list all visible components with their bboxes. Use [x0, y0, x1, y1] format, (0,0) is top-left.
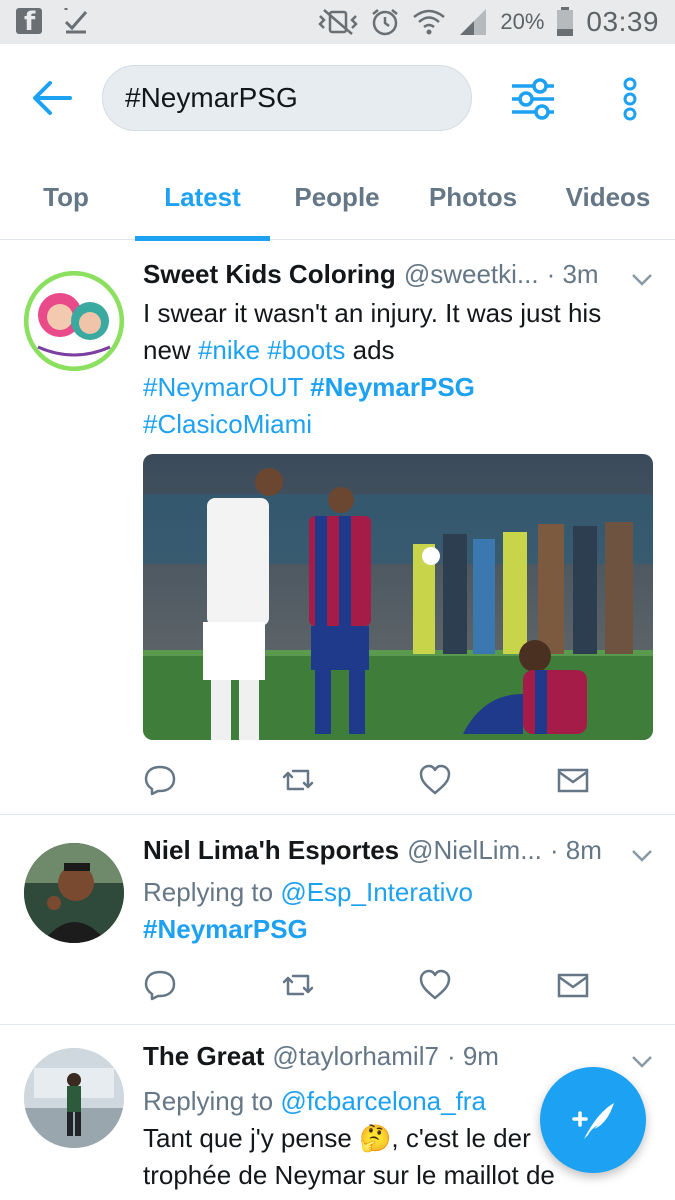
chevron-down-icon[interactable]: [631, 849, 653, 863]
hashtag-link[interactable]: #NeymarOUT: [143, 372, 303, 402]
direct-message-icon[interactable]: [556, 968, 590, 1002]
tweet-header: Sweet Kids Coloring @sweetki... · 3m: [143, 259, 599, 295]
avatar[interactable]: [24, 1048, 124, 1148]
author-handle[interactable]: @NielLim...: [407, 835, 542, 866]
tab-bar: Top Latest People Photos Videos: [0, 154, 675, 241]
tweet-time: · 8m: [549, 835, 602, 865]
author-name[interactable]: Niel Lima'h Esportes: [143, 835, 399, 866]
facebook-icon: [16, 7, 42, 37]
tab-people[interactable]: People: [284, 154, 390, 240]
reply-icon[interactable]: [143, 968, 177, 1002]
tweet-header: The Great @taylorhamil7 · 9m: [143, 1041, 499, 1077]
replying-to-label: Replying to: [143, 1086, 274, 1116]
avatar-image: [24, 1048, 124, 1148]
tweet-header: Niel Lima'h Esportes @NielLim... · 8m: [143, 835, 602, 871]
tweet-text: Replying to @Esp_Interativo #NeymarPSG: [143, 874, 653, 948]
vibrate-icon: [318, 9, 359, 35]
search-input[interactable]: #NeymarPSG: [102, 65, 472, 131]
hashtag-link[interactable]: #boots: [267, 335, 345, 365]
like-heart-icon[interactable]: [418, 763, 452, 797]
tweet-photo-image: [143, 454, 653, 740]
search-header: #NeymarPSG: [0, 44, 675, 154]
alarm-icon: [372, 9, 399, 36]
reply-icon[interactable]: [143, 763, 177, 797]
hashtag-link[interactable]: #NeymarPSG: [310, 372, 475, 402]
wifi-icon: [413, 9, 446, 35]
tweet[interactable]: Sweet Kids Coloring @sweetki... · 3m I s…: [0, 241, 675, 815]
chevron-down-icon[interactable]: [631, 1055, 653, 1069]
avatar-image: [24, 843, 124, 943]
like-heart-icon[interactable]: [418, 968, 452, 1002]
hashtag-link[interactable]: #nike: [198, 335, 260, 365]
clock: 03:39: [586, 6, 659, 37]
direct-message-icon[interactable]: [556, 763, 590, 797]
tweet-actions: [143, 763, 593, 797]
battery-percent: 20%: [500, 9, 545, 34]
retweet-icon[interactable]: [281, 763, 315, 797]
back-arrow-icon[interactable]: [30, 78, 74, 118]
mention-link[interactable]: @Esp_Interativo: [280, 877, 473, 907]
author-handle[interactable]: @sweetki...: [404, 259, 539, 290]
filter-icon[interactable]: [508, 74, 558, 124]
status-bar: 20% 03:39: [0, 0, 675, 44]
chevron-down-icon[interactable]: [631, 273, 653, 287]
mention-link[interactable]: @fcbarcelona_fra: [280, 1086, 486, 1116]
replying-to-label: Replying to: [143, 877, 274, 907]
tweet-text: I swear it wasn't an injury. It was just…: [143, 295, 653, 443]
avatar-image: [24, 271, 124, 371]
tweet[interactable]: Niel Lima'h Esportes @NielLim... · 8m Re…: [0, 815, 675, 1025]
hashtag-link[interactable]: #ClasicoMiami: [143, 409, 312, 439]
retweet-icon[interactable]: [281, 968, 315, 1002]
tweet-text-word: ads: [352, 335, 395, 365]
signal-icon: [460, 9, 487, 35]
tweet-actions: [143, 968, 593, 1002]
tweet-photo[interactable]: [143, 454, 653, 740]
compose-feather-icon: [572, 1103, 614, 1139]
author-name[interactable]: Sweet Kids Coloring: [143, 259, 396, 290]
compose-tweet-button[interactable]: [540, 1067, 646, 1173]
check-icon: [64, 8, 88, 34]
avatar[interactable]: [24, 843, 124, 943]
battery-icon: [557, 7, 574, 36]
tweet-time: · 3m: [546, 259, 599, 289]
author-handle[interactable]: @taylorhamil7: [272, 1041, 439, 1072]
more-options-icon[interactable]: [610, 74, 650, 124]
tab-latest[interactable]: Latest: [135, 154, 270, 241]
author-name[interactable]: The Great: [143, 1041, 264, 1072]
tab-top[interactable]: Top: [18, 154, 114, 240]
search-query: #NeymarPSG: [125, 82, 298, 113]
avatar[interactable]: [24, 271, 124, 371]
tab-photos[interactable]: Photos: [418, 154, 528, 240]
tab-videos[interactable]: Videos: [556, 154, 660, 240]
hashtag-link[interactable]: #NeymarPSG: [143, 914, 308, 944]
tweet-time: · 9m: [446, 1041, 499, 1071]
